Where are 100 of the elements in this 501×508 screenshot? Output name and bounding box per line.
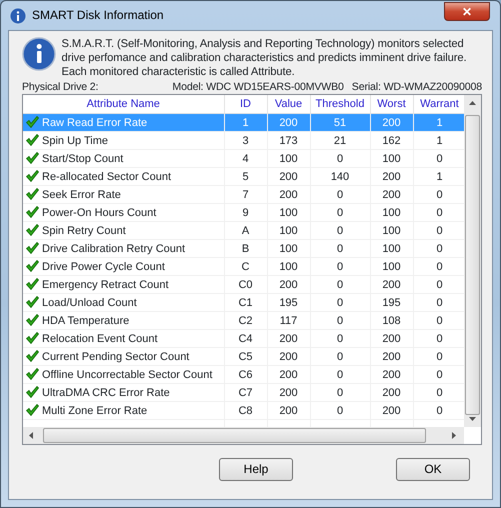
table-cell: 1 <box>224 114 267 132</box>
table-row[interactable]: Load/Unload Count C1 195 0 195 0 <box>23 294 464 312</box>
column-header[interactable]: Worst <box>370 94 413 114</box>
table-cell: 195 <box>370 294 413 312</box>
table-cell: 7 <box>224 186 267 204</box>
attribute-name: Spin Up Time <box>42 134 108 147</box>
check-icon <box>26 260 39 272</box>
scrollbar-thumb[interactable] <box>465 114 480 415</box>
table-cell: 0 <box>310 384 370 402</box>
table-cell: C7 <box>224 384 267 402</box>
table-cell: C6 <box>224 366 267 384</box>
table-cell: 100 <box>370 222 413 240</box>
table-row[interactable]: Offline Uncorrectable Sector Count C6 200 0 200 0 <box>23 366 464 384</box>
column-header[interactable]: Value <box>267 94 310 114</box>
table-cell: 200 <box>267 186 310 204</box>
table-cell: 0 <box>310 366 370 384</box>
check-icon <box>26 404 39 416</box>
table-row[interactable]: Drive Power Cycle Count C 100 0 100 0 <box>23 258 464 276</box>
table-cell: 200 <box>267 276 310 294</box>
vertical-scrollbar[interactable] <box>464 94 481 427</box>
table-cell: 200 <box>370 186 413 204</box>
table-cell: 100 <box>370 150 413 168</box>
table-cell: 9 <box>224 204 267 222</box>
close-button[interactable]: ✕ <box>444 2 490 21</box>
ok-button[interactable]: OK <box>396 458 470 481</box>
table-cell: 200 <box>370 348 413 366</box>
scroll-up-icon[interactable] <box>469 100 476 105</box>
check-icon <box>26 278 39 290</box>
table-cell: 0 <box>310 186 370 204</box>
scroll-left-icon[interactable] <box>29 432 33 439</box>
table-cell: 200 <box>267 402 310 420</box>
table-cell: 200 <box>370 402 413 420</box>
column-header[interactable]: ID <box>224 94 267 114</box>
table-cell: 200 <box>370 114 413 132</box>
table-cell: 200 <box>267 366 310 384</box>
table-cell: 200 <box>370 168 413 186</box>
table-cell: 0 <box>310 330 370 348</box>
table-row[interactable]: Spin Up Time 3 173 21 162 1 <box>23 132 464 150</box>
table-cell: 100 <box>267 258 310 276</box>
table-cell: 117 <box>267 312 310 330</box>
drive-label: Physical Drive 2: <box>22 81 98 94</box>
check-icon <box>26 314 39 326</box>
table-cell: 200 <box>267 168 310 186</box>
model-label: Model: WDC WD15EARS-00MVWB0 <box>172 81 344 94</box>
check-icon <box>26 224 39 236</box>
table-cell: C1 <box>224 294 267 312</box>
check-icon <box>26 188 39 200</box>
table-cell: 200 <box>370 384 413 402</box>
check-icon <box>26 386 39 398</box>
attribute-name: Emergency Retract Count <box>42 278 169 291</box>
column-header[interactable]: Warrant <box>413 94 464 114</box>
table-cell: C4 <box>224 330 267 348</box>
table-cell: 200 <box>370 276 413 294</box>
table-cell: 100 <box>267 204 310 222</box>
check-icon <box>26 368 39 380</box>
table-row[interactable]: Emergency Retract Count C0 200 0 200 0 <box>23 276 464 294</box>
horizontal-scrollbar[interactable] <box>23 426 464 444</box>
attribute-name: Re-allocated Sector Count <box>42 170 172 183</box>
table-cell: 100 <box>370 240 413 258</box>
table-cell: 200 <box>370 330 413 348</box>
check-icon <box>26 350 39 362</box>
attribute-name: Start/Stop Count <box>42 152 124 165</box>
table-cell: 100 <box>267 222 310 240</box>
table-cell: 0 <box>310 204 370 222</box>
table-cell: C5 <box>224 348 267 366</box>
table-row[interactable]: Power-On Hours Count 9 100 0 100 0 <box>23 204 464 222</box>
table-row[interactable]: Drive Calibration Retry Count B 100 0 100 0 <box>23 240 464 258</box>
table-cell: 51 <box>310 114 370 132</box>
column-header[interactable]: Threshold <box>310 94 370 114</box>
table-row[interactable]: Multi Zone Error Rate C8 200 0 200 0 <box>23 402 464 420</box>
serial-label: Serial: WD-WMAZ20090008 <box>352 81 482 94</box>
table-cell: 108 <box>370 312 413 330</box>
table-row[interactable]: Current Pending Sector Count C5 200 0 200 0 <box>23 348 464 366</box>
check-icon <box>26 242 39 254</box>
column-header[interactable]: Attribute Name <box>23 94 224 114</box>
help-button[interactable]: Help <box>219 458 293 481</box>
table-row[interactable]: HDA Temperature C2 117 0 108 0 <box>23 312 464 330</box>
attribute-name: HDA Temperature <box>42 314 130 327</box>
table-row[interactable]: UltraDMA CRC Error Rate C7 200 0 200 0 <box>23 384 464 402</box>
scrollbar-thumb[interactable] <box>43 428 426 443</box>
table-cell: 0 <box>310 348 370 366</box>
table-row[interactable]: Relocation Event Count C4 200 0 200 0 <box>23 330 464 348</box>
table-cell: C0 <box>224 276 267 294</box>
table-cell: 0 <box>310 258 370 276</box>
table-cell: C2 <box>224 312 267 330</box>
table-row[interactable]: Seek Error Rate 7 200 0 200 0 <box>23 186 464 204</box>
table-row[interactable]: Start/Stop Count 4 100 0 100 0 <box>23 150 464 168</box>
info-icon <box>22 37 56 71</box>
check-icon <box>26 332 39 344</box>
scroll-right-icon[interactable] <box>452 432 456 439</box>
table-cell: 100 <box>370 258 413 276</box>
table-row[interactable]: Spin Retry Count A 100 0 100 0 <box>23 222 464 240</box>
table-cell: 0 <box>310 402 370 420</box>
table-row[interactable]: Re-allocated Sector Count 5 200 140 200 1 <box>23 168 464 186</box>
attribute-name: UltraDMA CRC Error Rate <box>42 386 170 399</box>
check-icon <box>26 206 39 218</box>
table-cell: 1 <box>413 114 464 132</box>
attribute-name: Relocation Event Count <box>42 332 158 345</box>
attribute-name: Drive Calibration Retry Count <box>42 242 186 255</box>
table-cell: B <box>224 240 267 258</box>
